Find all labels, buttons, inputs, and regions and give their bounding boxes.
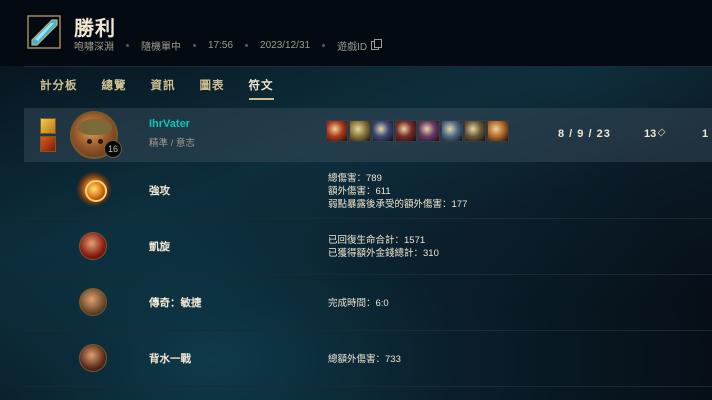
item-2-icon[interactable]: [349, 120, 371, 142]
rune-paths: 精準 / 意志: [149, 138, 195, 149]
champion-hat: [78, 119, 112, 135]
separator-dot: [126, 44, 129, 47]
rune-stat-line: 總傷害：789: [328, 172, 382, 184]
item-5-icon[interactable]: [418, 120, 440, 142]
map-name: 咆嘯深淵: [74, 42, 114, 53]
summoner-spells: [40, 118, 56, 154]
rune-name: 傳奇：敏捷: [149, 297, 202, 309]
rune-row: 凱旋 已回復生命合計：1571 已獲得額外金錢總計：310: [24, 219, 712, 275]
separator-dot: [245, 44, 249, 47]
header: 勝利 咆嘯深淵 隨機單中 17:56 2023/12/31 遊戲ID: [0, 0, 712, 66]
queue-type: 隨機單中: [141, 42, 181, 53]
tab-bar: 計分板 總覽 資訊 圖表 符文: [40, 77, 298, 100]
item-1-icon[interactable]: [326, 120, 348, 142]
game-id-label: 遊戲ID: [337, 42, 368, 53]
triumph-icon: [79, 232, 107, 260]
rune-row: 傳奇：敏捷 完成時間：6:0: [24, 275, 712, 331]
tab-graphs[interactable]: 圖表: [200, 77, 225, 100]
cs-value: 13: [644, 128, 657, 140]
rune-name: 凱旋: [149, 241, 170, 253]
rune-stats: 完成時間：6:0: [328, 297, 389, 310]
ignite-spell-icon: [40, 136, 56, 152]
copy-icon[interactable]: [371, 39, 383, 50]
last-stand-icon: [79, 344, 107, 372]
kda: 8 / 9 / 23: [558, 128, 611, 140]
rune-row: 強攻 總傷害：789 額外傷害：611 弱點暴露後承受的額外傷害：177: [24, 163, 712, 219]
item-4-icon[interactable]: [395, 120, 417, 142]
item-8-icon[interactable]: [487, 120, 509, 142]
rune-stats: 總額外傷害：733: [328, 353, 401, 366]
rune-name: 強攻: [149, 185, 170, 197]
item-slots: [326, 120, 510, 142]
tab-info[interactable]: 資訊: [151, 77, 176, 100]
rune-stat-line: 總額外傷害：733: [328, 353, 401, 365]
game-duration: 17:56: [208, 40, 234, 51]
flash-spell-icon: [40, 118, 56, 134]
item-7-icon[interactable]: [464, 120, 486, 142]
rune-stat-line: 完成時間：6:0: [328, 297, 389, 309]
header-divider: [24, 66, 712, 67]
minion-score: 13: [644, 128, 666, 140]
rune-stat-line: 弱點暴露後承受的額外傷害：177: [328, 198, 468, 210]
rune-stat-line: 已獲得額外金錢總計：310: [328, 248, 439, 259]
champion-eye: [98, 139, 103, 144]
tab-scoreboard[interactable]: 計分板: [40, 77, 78, 100]
rune-stat-line: 已回復生命合計：1571: [328, 235, 426, 246]
ranked-sword-icon: [27, 15, 61, 49]
rune-name: 背水一戰: [149, 353, 191, 365]
separator-dot: [322, 44, 326, 47]
separator-dot: [193, 44, 196, 47]
rune-stat-line: 額外傷害：611: [328, 185, 391, 197]
game-date: 2023/12/31: [260, 40, 311, 51]
match-meta: 咆嘯深淵 隨機單中 17:56 2023/12/31 遊戲ID: [74, 38, 383, 53]
gold-partial: 1: [702, 128, 709, 140]
tab-runes[interactable]: 符文: [248, 77, 274, 100]
item-3-icon[interactable]: [372, 120, 394, 142]
item-6-icon[interactable]: [441, 120, 463, 142]
result-title: 勝利: [74, 18, 116, 40]
press-the-attack-icon: [76, 171, 112, 207]
champion-level: 16: [104, 140, 122, 158]
rune-stats: 已回復生命合計：1571 已獲得額外金錢總計：310: [328, 234, 439, 260]
legend-alacrity-icon: [79, 288, 107, 316]
player-name[interactable]: IhrVater: [149, 118, 190, 130]
rune-row: 背水一戰 總額外傷害：733: [24, 331, 712, 387]
minion-icon: [657, 128, 666, 137]
champion-eye: [87, 139, 92, 144]
player-row[interactable]: 16 IhrVater 精準 / 意志 8 / 9 / 23 13 1: [24, 108, 712, 162]
rune-stats: 總傷害：789 額外傷害：611 弱點暴露後承受的額外傷害：177: [328, 172, 467, 211]
tab-overview[interactable]: 總覽: [102, 77, 127, 100]
